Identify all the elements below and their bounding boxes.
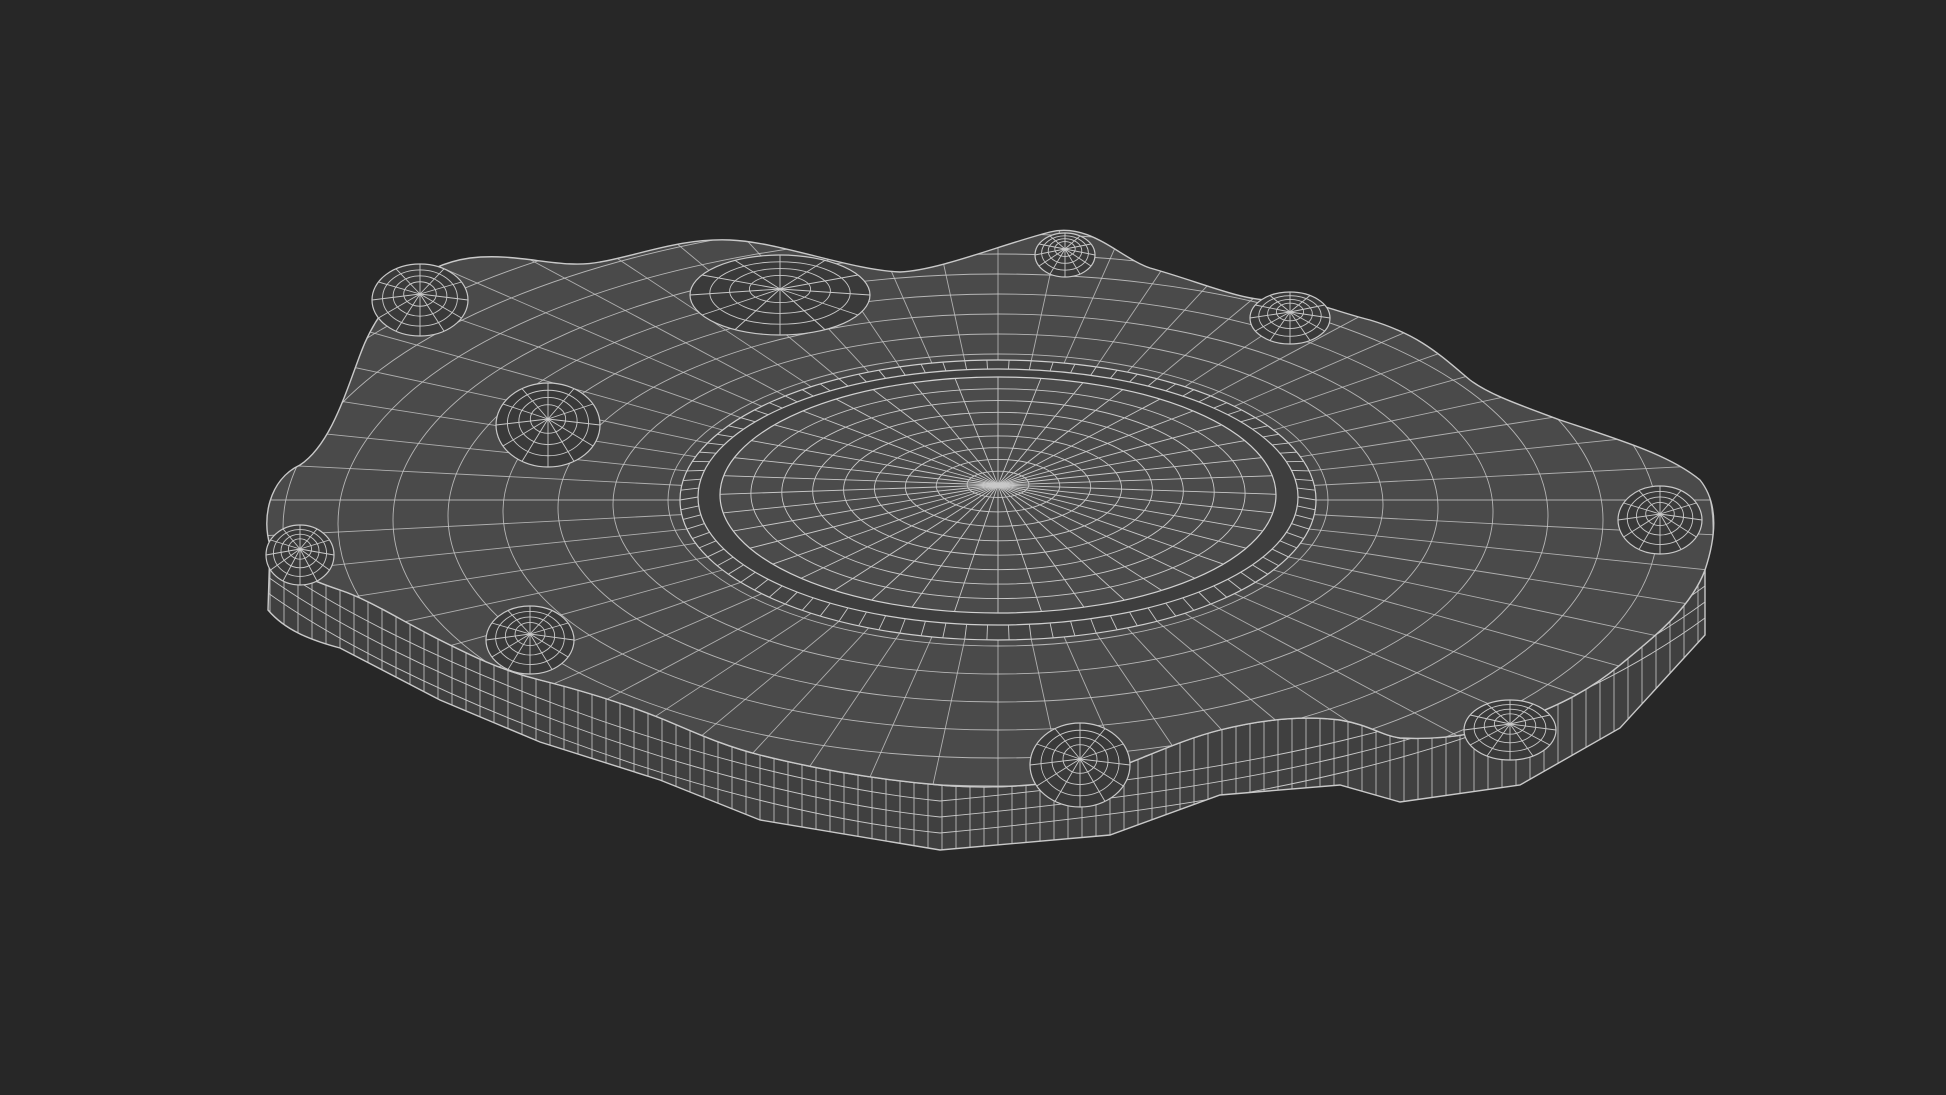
oval-frame: [679, 359, 1317, 641]
lobe-back-right: [1249, 291, 1331, 345]
rim-wire-segment: [686, 469, 705, 472]
scroll-knob-left: [495, 382, 601, 468]
rim-wire-segment: [986, 624, 988, 640]
leaf-tip-far-left: [265, 524, 335, 586]
rim-wire-segment: [1291, 469, 1310, 472]
rim-wire-segment: [986, 360, 988, 370]
render-viewport: [0, 0, 1946, 1095]
lobe-front-left: [485, 605, 575, 675]
lobe-front-right: [1463, 699, 1557, 761]
rim-wire-segment: [1008, 624, 1010, 640]
lobe-right: [1617, 485, 1703, 555]
scroll-back-center: [689, 254, 871, 336]
scroll-knob-front: [1029, 722, 1131, 808]
lobe-back-left: [371, 263, 469, 337]
rim-wire-segment: [1008, 360, 1010, 370]
wireframe-model: [265, 229, 1715, 851]
scroll-knob-back: [1034, 232, 1096, 278]
